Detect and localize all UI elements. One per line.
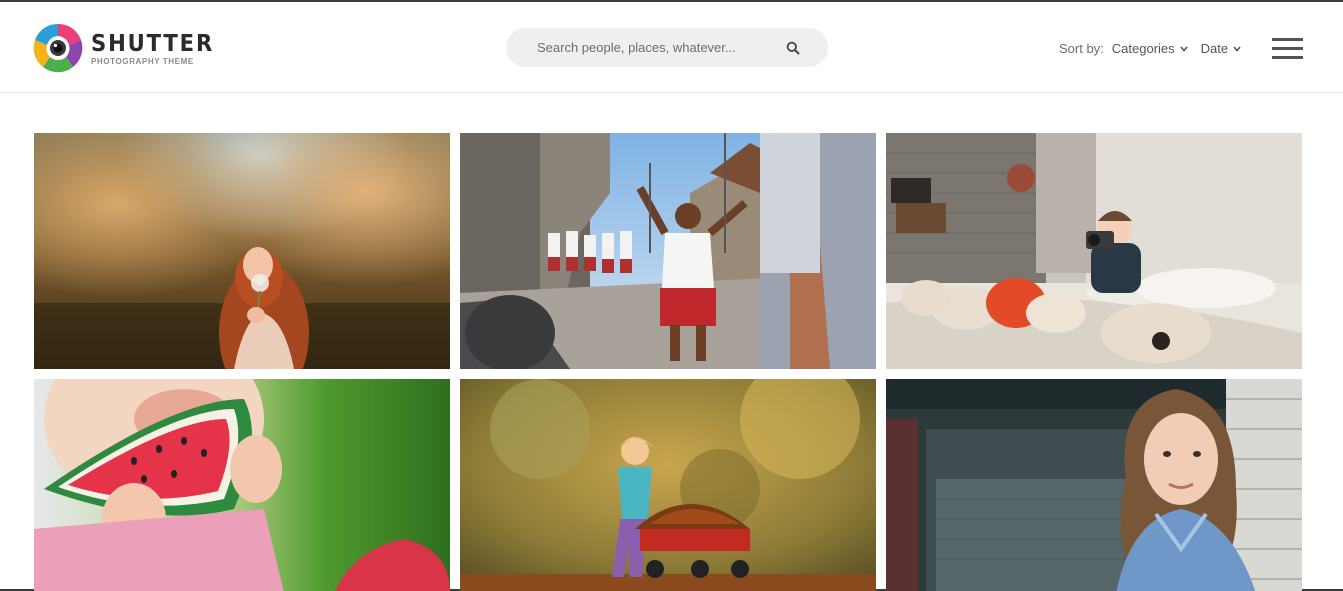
site-header: SHUTTER PHOTOGRAPHY THEME Sort by: Categ… [0,2,1343,93]
photo-girl-in-denim-jacket [886,379,1302,591]
site-logo[interactable]: SHUTTER PHOTOGRAPHY THEME [33,22,225,74]
date-dropdown-label: Date [1200,41,1229,56]
search-bar [506,28,828,67]
camera-aperture-logo-icon [33,23,83,73]
categories-dropdown[interactable]: Categories [1112,41,1188,56]
sort-controls: Sort by: Categories Date [1059,41,1241,56]
logo-text: SHUTTER PHOTOGRAPHY THEME [91,31,225,66]
chevron-down-icon [1233,45,1241,52]
chevron-down-icon [1180,45,1188,52]
logo-subtitle: PHOTOGRAPHY THEME [91,56,194,66]
search-input[interactable] [537,40,777,55]
photo-child-with-leaf-wagon [460,379,876,591]
photo-tile-girl-in-denim-jacket[interactable] [886,379,1302,591]
photo-girl-with-flower [34,133,450,369]
photo-toddler-with-camera [886,133,1302,369]
date-dropdown[interactable]: Date [1201,41,1241,56]
photo-tile-girl-eating-watermelon[interactable] [34,379,450,591]
photo-tile-girl-with-flower[interactable] [34,133,450,369]
logo-title: SHUTTER [91,30,215,57]
photo-girl-eating-watermelon [34,379,450,591]
photo-tile-schoolchildren-running[interactable] [460,133,876,369]
photo-schoolchildren-running [460,133,876,369]
hamburger-menu-icon[interactable] [1272,38,1303,60]
photo-tile-toddler-with-camera[interactable] [886,133,1302,369]
search-icon[interactable] [786,41,800,55]
categories-dropdown-label: Categories [1111,41,1175,56]
sort-by-label: Sort by: [1059,41,1104,56]
photo-tile-child-with-leaf-wagon[interactable] [460,379,876,591]
